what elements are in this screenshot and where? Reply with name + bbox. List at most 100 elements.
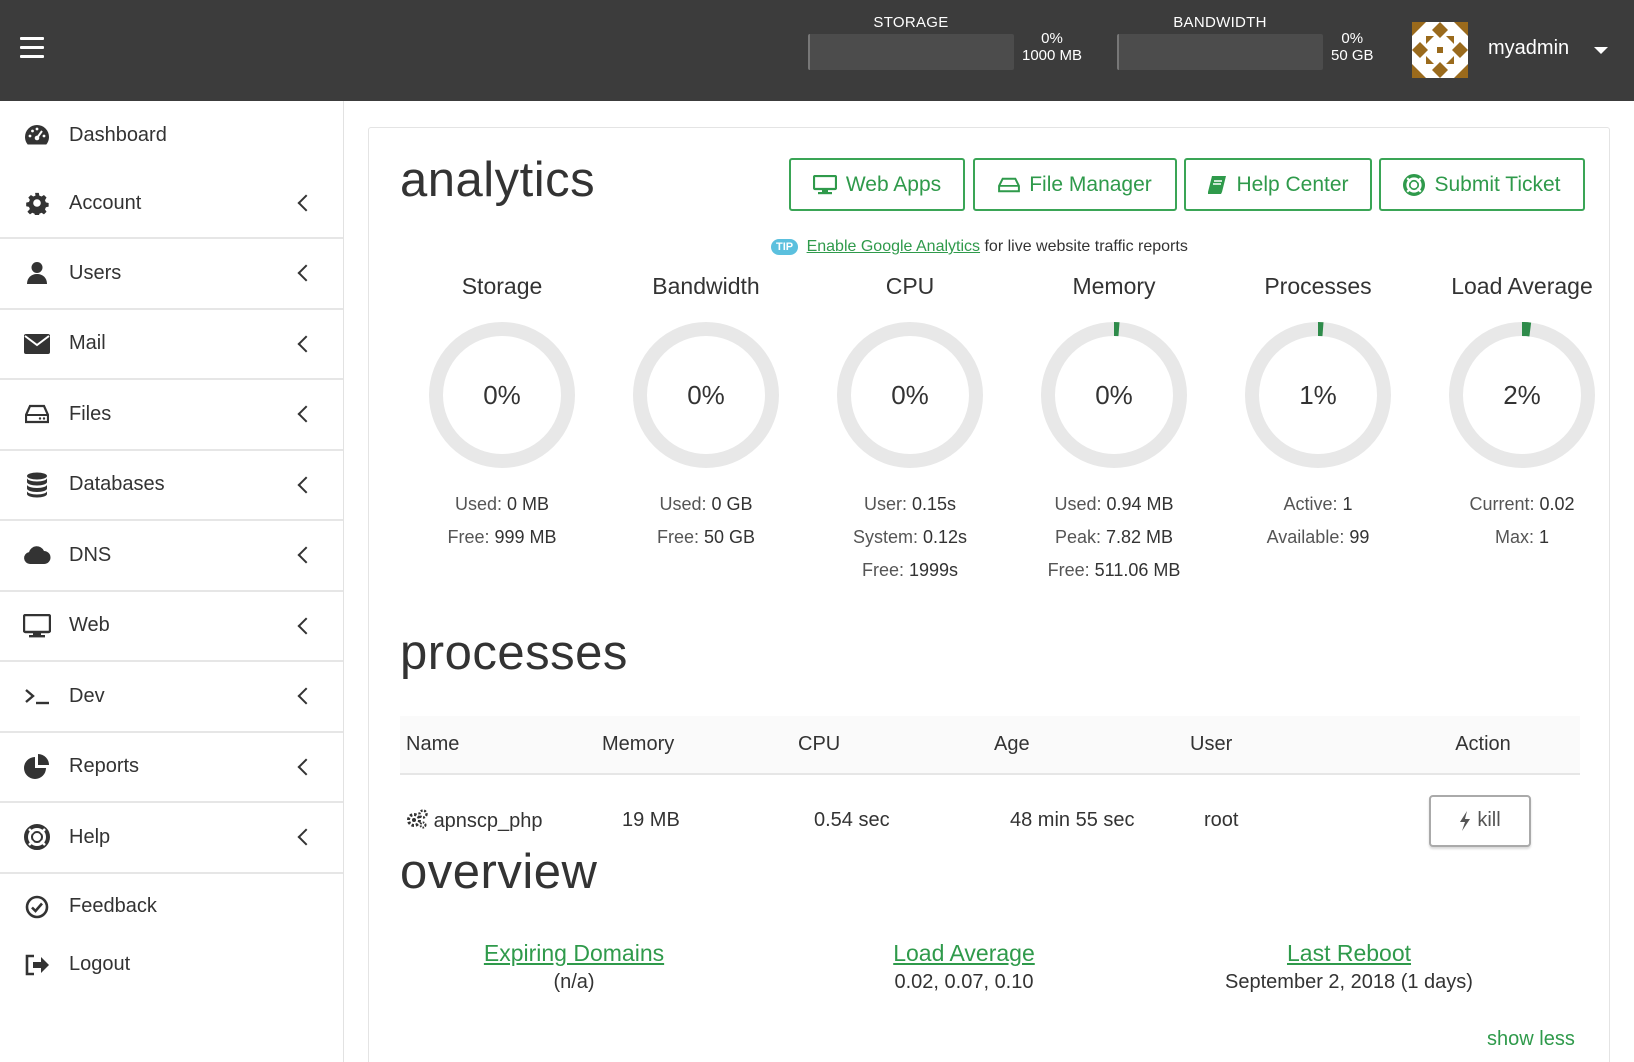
gauge-percent: 0% — [891, 380, 929, 410]
gauge-stat: Max: 1 — [1420, 521, 1624, 554]
gauge-ring: 0% — [1041, 322, 1187, 468]
gauge-title: Bandwidth — [652, 273, 760, 299]
sidebar-item-web[interactable]: Web — [0, 592, 343, 662]
web-apps-button[interactable]: Web Apps — [789, 158, 965, 211]
sidebar-item-files[interactable]: Files — [0, 380, 343, 451]
kill-button[interactable]: kill — [1429, 794, 1531, 847]
avatar[interactable] — [1412, 22, 1468, 78]
sidebar-item-dev[interactable]: Dev — [0, 662, 343, 733]
hard-drive-icon — [23, 400, 51, 428]
gears-icon — [407, 808, 428, 828]
process-user: root — [1204, 809, 1239, 831]
help-center-button[interactable]: Help Center — [1184, 158, 1372, 211]
gauge-stat-label: Free: — [1047, 560, 1090, 580]
show-less-link[interactable]: show less — [1487, 1028, 1575, 1051]
gauge-title: Storage — [461, 273, 543, 299]
sidebar-item-label: Mail — [69, 332, 106, 355]
monitor-icon — [812, 174, 837, 194]
gauge-cpu: CPU 0% User: 0.15s System: 0.12s Free: 1999s — [808, 273, 1012, 587]
last-reboot-link[interactable]: Last Reboot — [1199, 940, 1499, 967]
gauge-title: Load Average — [1451, 273, 1593, 299]
storage-total: 1000 MB — [1022, 47, 1083, 64]
process-name: apnscp_php — [433, 809, 543, 832]
gauge-stat: Free: 50 GB — [604, 521, 808, 554]
gauge-stat-value: 99 — [1349, 527, 1370, 547]
enable-google-analytics-link[interactable]: Enable Google Analytics — [807, 238, 980, 255]
sidebar-item-label: Dashboard — [69, 123, 167, 146]
top-bar: STORAGE 0% 1000 MB BANDWIDTH 0% 50 GB my… — [0, 0, 1634, 101]
hard-drive-icon — [998, 177, 1021, 192]
chevron-left-icon — [297, 758, 315, 776]
gauge-stats: User: 0.15s System: 0.12s Free: 1999s — [808, 488, 1012, 587]
gauge-percent: 1% — [1299, 380, 1337, 410]
storage-label: STORAGE — [873, 14, 949, 31]
sidebar-item-dashboard[interactable]: Dashboard — [0, 101, 343, 169]
chevron-left-icon — [297, 476, 315, 494]
gauge-stat-label: Max: — [1494, 527, 1534, 547]
bandwidth-label: BANDWIDTH — [1173, 14, 1267, 31]
gauge-bandwidth: Bandwidth 0% Used: 0 GB Free: 50 GB — [604, 273, 808, 554]
gauge-title: Processes — [1264, 273, 1372, 299]
bandwidth-value: 0% 50 GB — [1331, 30, 1374, 64]
gauge-title: CPU — [885, 273, 935, 299]
sidebar-item-feedback[interactable]: Feedback — [0, 878, 343, 936]
gauge-stat: Active: 1 — [1216, 488, 1420, 521]
gauge-stat-value: 999 MB — [494, 527, 557, 547]
gauge-stat-label: Used: — [659, 494, 707, 514]
load-average-link[interactable]: Load Average — [829, 940, 1099, 967]
monitor-icon — [23, 612, 51, 640]
chevron-left-icon — [297, 405, 315, 423]
gauge-processes: Processes 1% Active: 1 Available: 99 — [1216, 273, 1420, 554]
gauge-stats: Used: 0 MB Free: 999 MB — [400, 488, 604, 554]
sidebar-item-users[interactable]: Users — [0, 239, 343, 310]
gauge-stat-value: 511.06 MB — [1094, 560, 1181, 580]
column-header-name: Name — [400, 716, 596, 775]
gauge-ring: 0% — [837, 322, 983, 468]
gauge-stat-label: Used: — [1054, 494, 1102, 514]
lifebuoy-icon — [1403, 173, 1426, 196]
gauge-stat-label: Active: — [1283, 494, 1338, 514]
gauge-stat-label: Free: — [861, 560, 904, 580]
gauge-stat-value: 7.82 MB — [1106, 527, 1174, 547]
process-cpu: 0.54 sec — [814, 809, 890, 831]
gauge-stat-label: Used: — [454, 494, 502, 514]
kill-label: kill — [1477, 809, 1501, 831]
gauge-stat-label: System: — [852, 527, 918, 547]
sidebar-item-reports[interactable]: Reports — [0, 733, 343, 803]
sidebar-item-dns[interactable]: DNS — [0, 521, 343, 592]
gauge-stat-label: Available: — [1266, 527, 1345, 547]
expiring-domains-link[interactable]: Expiring Domains — [439, 940, 709, 967]
gauge-stat-value: 0 MB — [507, 494, 550, 514]
gauge-stat: Used: 0 GB — [604, 488, 808, 521]
bandwidth-total: 50 GB — [1331, 47, 1374, 64]
chevron-left-icon — [297, 546, 315, 564]
sidebar-item-help[interactable]: Help — [0, 803, 343, 874]
gauge-stat-label: Free: — [656, 527, 699, 547]
sidebar-item-mail[interactable]: Mail — [0, 310, 343, 380]
tip-text: for live website traffic reports — [984, 238, 1188, 255]
sidebar-item-label: Users — [69, 261, 122, 284]
file-manager-button[interactable]: File Manager — [973, 158, 1177, 211]
gear-icon — [23, 189, 51, 217]
chevron-down-icon[interactable] — [1594, 47, 1608, 54]
sidebar-item-logout[interactable]: Logout — [0, 936, 343, 994]
gauge-stat: Free: 1999s — [808, 554, 1012, 587]
sidebar-item-label: Reports — [69, 755, 140, 778]
sidebar-item-account[interactable]: Account — [0, 169, 343, 239]
terminal-icon — [23, 682, 51, 710]
overview-load-average: Load Average 0.02, 0.07, 0.10 — [829, 940, 1099, 994]
gauge-stat-label: User: — [863, 494, 907, 514]
username[interactable]: myadmin — [1488, 37, 1569, 60]
submit-ticket-label: Submit Ticket — [1434, 172, 1561, 196]
submit-ticket-button[interactable]: Submit Ticket — [1379, 158, 1585, 211]
sidebar-item-databases[interactable]: Databases — [0, 451, 343, 521]
chevron-left-icon — [297, 617, 315, 635]
chevron-left-icon — [297, 335, 315, 353]
analytics-title: analytics — [400, 153, 596, 207]
gauge-stats: Used: 0 GB Free: 50 GB — [604, 488, 808, 554]
sidebar-item-label: Dev — [69, 684, 105, 707]
sidebar: Dashboard Account Users Mail Files Datab — [0, 101, 344, 1062]
gauge-stat-value: 50 GB — [704, 527, 756, 547]
hamburger-icon[interactable] — [20, 37, 44, 59]
storage-bar — [808, 34, 1014, 70]
